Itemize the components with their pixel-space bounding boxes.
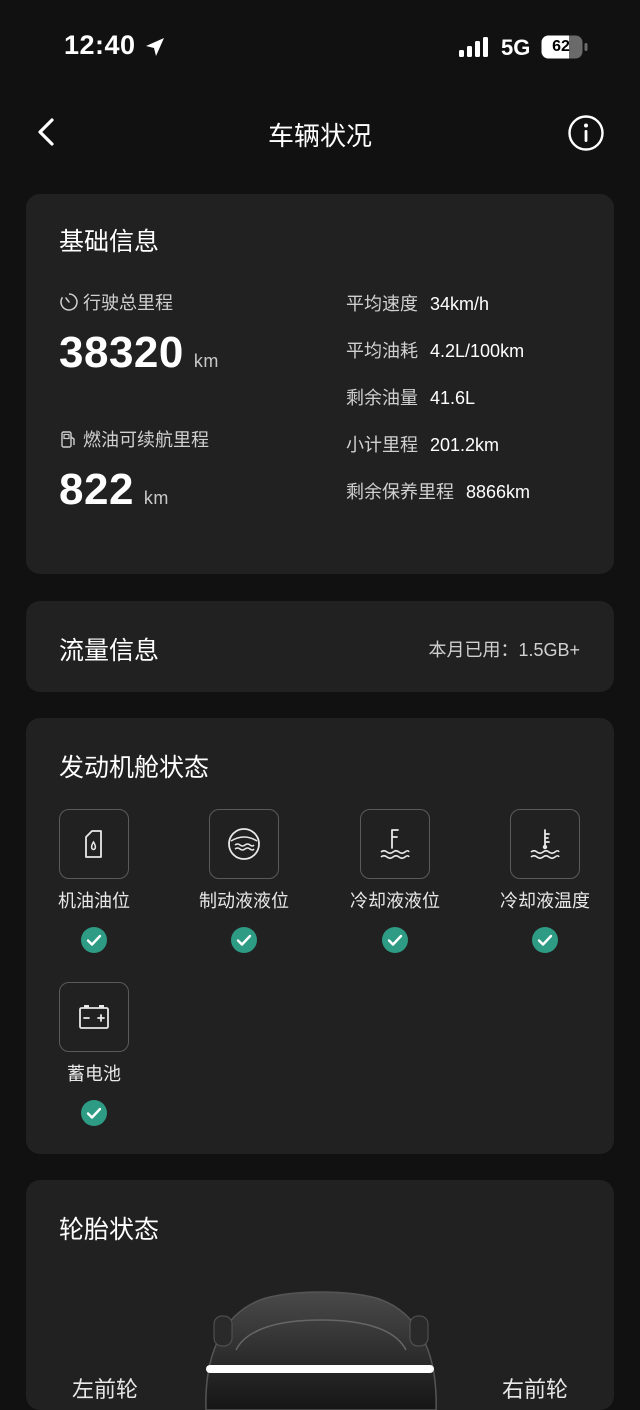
engine-item-label: 蓄电池 xyxy=(67,1064,121,1084)
stat-value: 34km/h xyxy=(430,294,490,314)
engine-item-label: 制动液液位 xyxy=(199,891,289,911)
total-mileage-value: 38320 xyxy=(59,328,184,377)
page-title: 车辆状况 xyxy=(267,121,372,151)
stat-value: 41.6L xyxy=(430,388,476,408)
traffic-info-title: 流量信息 xyxy=(59,637,160,665)
stat-label: 平均油耗 xyxy=(346,341,418,361)
fuel-range: 822 km xyxy=(59,465,169,515)
check-ok-icon xyxy=(81,1100,107,1126)
brake-fluid-icon xyxy=(228,828,260,860)
stat-value: 201.2km xyxy=(430,435,500,455)
check-ok-icon xyxy=(81,927,107,953)
home-indicator xyxy=(206,1365,434,1373)
tire-status-card: 轮胎状态 左前轮 右前轮 xyxy=(26,1180,614,1410)
total-mileage-label: 行驶总里程 xyxy=(83,293,173,313)
info-icon[interactable] xyxy=(567,114,605,152)
odometer-icon xyxy=(60,293,78,311)
location-arrow-icon xyxy=(146,38,164,56)
stat-value: 8866km xyxy=(466,482,531,502)
coolant-temp-icon xyxy=(530,829,560,860)
stat-label: 平均速度 xyxy=(346,294,418,314)
basic-info-title: 基础信息 xyxy=(59,228,160,256)
traffic-usage: 本月已用：1.5GB+ xyxy=(428,640,580,660)
network-type: 5G xyxy=(501,35,531,60)
oil-level-icon xyxy=(85,830,102,858)
fuel-range-unit: km xyxy=(143,488,169,508)
engine-icon-box xyxy=(360,809,430,879)
check-ok-icon xyxy=(532,927,558,953)
check-ok-icon xyxy=(231,927,257,953)
engine-item-brake-fluid[interactable]: 制动液液位 xyxy=(174,809,314,953)
nav-bar: 车辆状况 xyxy=(0,100,640,166)
car-top-view-image xyxy=(205,1291,437,1410)
battery-icon xyxy=(79,1005,109,1029)
stat-maintenance-mileage: 剩余保养里程 8866km xyxy=(346,478,530,504)
stat-avg-speed: 平均速度 34km/h xyxy=(346,290,489,316)
engine-icon-box xyxy=(59,809,129,879)
engine-item-battery[interactable]: 蓄电池 xyxy=(24,982,164,1126)
engine-status-title: 发动机舱状态 xyxy=(59,754,210,782)
back-button[interactable] xyxy=(30,114,66,150)
fuel-range-label-row: 燃油可续航里程 xyxy=(59,426,209,452)
stat-remaining-fuel: 剩余油量 41.6L xyxy=(346,384,475,410)
engine-item-label: 机油油位 xyxy=(58,891,130,911)
stat-trip-mileage: 小计里程 201.2km xyxy=(346,431,499,457)
engine-item-coolant-temp[interactable]: 冷却液温度 xyxy=(475,809,615,953)
status-bar: 12:40 5G 62 xyxy=(0,0,640,90)
engine-item-coolant-level[interactable]: 冷却液液位 xyxy=(325,809,465,953)
engine-icon-box xyxy=(209,809,279,879)
stat-value: 4.2L/100km xyxy=(430,341,525,361)
stat-avg-fuel: 平均油耗 4.2L/100km xyxy=(346,337,524,363)
engine-icon-box xyxy=(510,809,580,879)
stat-label: 小计里程 xyxy=(346,435,418,455)
status-time: 12:40 xyxy=(64,30,136,60)
basic-info-card: 基础信息 行驶总里程 38320 km 燃油可续航里程 822 km 平均速度 34k… xyxy=(26,194,614,574)
battery-percent: 62 xyxy=(552,38,570,55)
engine-item-oil-level[interactable]: 机油油位 xyxy=(24,809,164,953)
fuel-pump-icon xyxy=(61,431,75,448)
engine-status-card: 发动机舱状态 机油油位 制动液液位 冷却液液位 冷却液温度 蓄电池 xyxy=(26,718,614,1154)
fuel-range-value: 822 xyxy=(59,465,134,514)
engine-icon-box xyxy=(59,982,129,1052)
stat-label: 剩余保养里程 xyxy=(346,482,454,502)
tire-left-front-label: 左前轮 xyxy=(72,1377,139,1402)
total-mileage-unit: km xyxy=(193,351,219,371)
tire-right-front-label: 右前轮 xyxy=(502,1377,569,1402)
total-mileage: 38320 km xyxy=(59,328,219,378)
total-mileage-label-row: 行驶总里程 xyxy=(59,289,173,315)
check-ok-icon xyxy=(382,927,408,953)
traffic-info-card[interactable]: 流量信息 本月已用：1.5GB+ xyxy=(26,601,614,692)
engine-item-label: 冷却液温度 xyxy=(500,891,590,911)
tire-status-title: 轮胎状态 xyxy=(59,1216,160,1244)
fuel-range-label: 燃油可续航里程 xyxy=(83,430,209,450)
stat-label: 剩余油量 xyxy=(346,388,418,408)
engine-item-label: 冷却液液位 xyxy=(350,891,440,911)
signal-icon xyxy=(459,37,488,57)
coolant-level-icon xyxy=(380,829,410,860)
